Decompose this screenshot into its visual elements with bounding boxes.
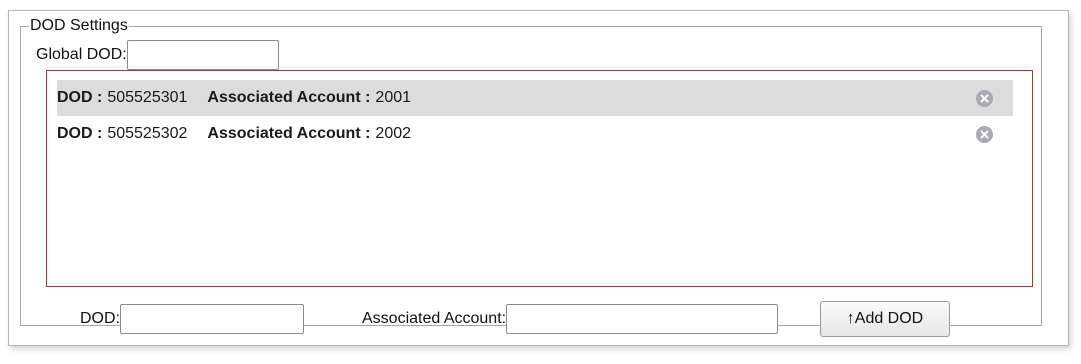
dod-key: DOD :	[57, 89, 103, 106]
dod-list-item[interactable]: DOD : 505525301 Associated Account : 200…	[57, 80, 1013, 116]
new-dod-input[interactable]	[120, 304, 304, 334]
add-dod-button[interactable]: ↑Add DOD	[820, 301, 950, 337]
dod-value: 505525301	[107, 89, 188, 106]
new-dod-label: DOD:	[80, 310, 120, 327]
new-account-row: Associated Account:	[362, 303, 779, 335]
new-account-label: Associated Account:	[362, 310, 507, 327]
remove-icon[interactable]	[976, 126, 993, 143]
dod-key: DOD :	[57, 125, 103, 142]
dod-value: 505525302	[107, 125, 188, 142]
global-dod-label: Global DOD:	[36, 46, 127, 63]
dod-list[interactable]: DOD : 505525301 Associated Account : 200…	[46, 70, 1033, 287]
new-dod-row: DOD:	[80, 303, 304, 335]
global-dod-row: Global DOD:	[36, 39, 279, 71]
new-account-input[interactable]	[506, 304, 779, 334]
account-key: Associated Account :	[207, 89, 371, 106]
dod-list-item[interactable]: DOD : 505525302 Associated Account : 200…	[57, 116, 1013, 152]
account-value: 2001	[375, 89, 412, 106]
account-key: Associated Account :	[207, 125, 371, 142]
global-dod-input[interactable]	[126, 40, 279, 70]
account-value: 2002	[375, 125, 412, 142]
remove-icon[interactable]	[976, 90, 993, 107]
dod-settings-legend: DOD Settings	[29, 17, 129, 35]
